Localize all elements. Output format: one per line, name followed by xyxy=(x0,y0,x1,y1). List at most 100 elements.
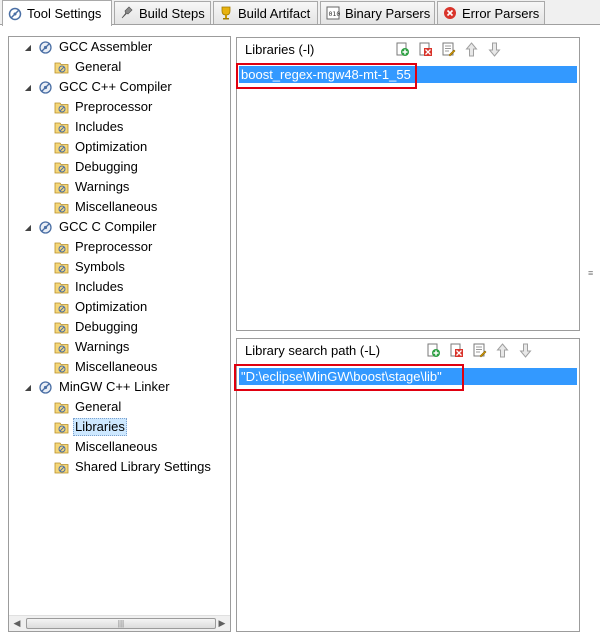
tree-item-label: Miscellaneous xyxy=(75,439,158,454)
tree-item-label: Includes xyxy=(75,279,124,294)
add-icon[interactable] xyxy=(395,42,410,57)
tree-item[interactable]: Miscellaneous xyxy=(54,438,159,456)
tree-item-label: Miscellaneous xyxy=(75,359,158,374)
tree-item[interactable]: Includes xyxy=(54,278,125,296)
tab-tool-settings[interactable]: Tool Settings xyxy=(2,0,112,26)
tab-label: Error Parsers xyxy=(462,5,540,21)
tree-item[interactable]: Optimization xyxy=(54,298,149,316)
tab-bar: Tool Settings Build Steps Build Artifact… xyxy=(0,0,600,26)
tree-item[interactable]: Warnings xyxy=(54,178,131,196)
tree-item[interactable]: Debugging xyxy=(54,158,140,176)
binary-parsers-icon: 010 xyxy=(326,6,340,20)
tree-item-label: Symbols xyxy=(75,259,125,274)
add-icon[interactable] xyxy=(426,343,441,358)
folder-icon xyxy=(54,122,69,133)
collapse-arrow-icon[interactable]: ◢ xyxy=(23,43,33,52)
error-parsers-icon xyxy=(444,7,456,19)
build-artifact-icon xyxy=(221,6,231,20)
folder-icon xyxy=(54,102,69,113)
build-steps-icon xyxy=(121,6,133,19)
tree-item-label: General xyxy=(75,59,122,74)
tree-item[interactable]: Libraries xyxy=(54,418,127,436)
folder-icon xyxy=(54,462,69,473)
tree-item-label: Optimization xyxy=(75,139,148,154)
tree-category[interactable]: ◢ MinGW C++ Linker xyxy=(23,378,172,396)
tree-item[interactable]: Symbols xyxy=(54,258,127,276)
tool-icon xyxy=(39,220,52,234)
folder-icon xyxy=(54,402,69,413)
tree-item[interactable]: Debugging xyxy=(54,318,140,336)
tab-build-artifact[interactable]: Build Artifact xyxy=(213,1,318,24)
tree-item-label: Libraries xyxy=(73,418,127,436)
tree-item-label: GCC C Compiler xyxy=(59,219,157,234)
tree-item[interactable]: Preprocessor xyxy=(54,238,154,256)
delete-icon[interactable] xyxy=(449,343,464,358)
tab-binary-parsers[interactable]: 010 Binary Parsers xyxy=(320,1,435,24)
collapse-arrow-icon[interactable]: ◢ xyxy=(23,223,33,232)
tree-item[interactable]: Optimization xyxy=(54,138,149,156)
tree-item-label: Warnings xyxy=(75,339,130,354)
tree-item-label: Optimization xyxy=(75,299,148,314)
collapse-arrow-icon[interactable]: ◢ xyxy=(23,383,33,392)
tree-item-label: Warnings xyxy=(75,179,130,194)
folder-icon xyxy=(54,62,69,73)
move-down-icon[interactable] xyxy=(518,343,533,358)
tree-item-label: Includes xyxy=(75,119,124,134)
folder-icon xyxy=(54,242,69,253)
tree-item[interactable]: General xyxy=(54,58,123,76)
tab-build-steps[interactable]: Build Steps xyxy=(114,1,211,24)
tab-label: Binary Parsers xyxy=(345,5,431,21)
folder-icon xyxy=(54,322,69,333)
tool-icon xyxy=(39,80,52,94)
highlight-box-search-path xyxy=(234,364,464,391)
move-down-icon[interactable] xyxy=(487,42,502,57)
svg-text:010: 010 xyxy=(329,10,341,18)
scroll-right-arrow-icon[interactable]: ▶ xyxy=(214,616,230,631)
splitter-grip-icon[interactable]: ≡ xyxy=(588,268,593,278)
horizontal-scrollbar[interactable]: ◀ ||| ▶ xyxy=(9,615,230,631)
tree-category[interactable]: ◢ GCC C++ Compiler xyxy=(23,78,174,96)
tree-item-label: Preprocessor xyxy=(75,239,153,254)
tab-label: Build Artifact xyxy=(238,5,311,21)
tool-icon xyxy=(39,40,52,54)
folder-icon xyxy=(54,302,69,313)
move-up-icon[interactable] xyxy=(464,42,479,57)
tree-item[interactable]: General xyxy=(54,398,123,416)
tree-item-label: Preprocessor xyxy=(75,99,153,114)
tool-icon xyxy=(39,380,52,394)
tree-item-label: Shared Library Settings xyxy=(75,459,211,474)
delete-icon[interactable] xyxy=(418,42,433,57)
tool-settings-icon xyxy=(8,7,22,20)
library-search-path-title: Library search path (-L) xyxy=(245,343,381,358)
move-up-icon[interactable] xyxy=(495,343,510,358)
edit-icon[interactable] xyxy=(441,42,456,57)
settings-tree[interactable]: ◢ GCC Assembler General ◢ GCC C++ Compiler Pr… xyxy=(8,36,231,632)
tree-item[interactable]: Miscellaneous xyxy=(54,358,159,376)
tree-item[interactable]: Preprocessor xyxy=(54,98,154,116)
tree-item-label: Debugging xyxy=(75,159,138,174)
tree-item-label: MinGW C++ Linker xyxy=(59,379,170,394)
tree-category[interactable]: ◢ GCC C Compiler xyxy=(23,218,159,236)
tree-item-label: Debugging xyxy=(75,319,138,334)
libraries-toolbar xyxy=(395,42,502,57)
tree-item-label: Miscellaneous xyxy=(75,199,158,214)
libraries-title: Libraries (-l) xyxy=(245,42,315,57)
tree-item[interactable]: Warnings xyxy=(54,338,131,356)
folder-icon xyxy=(54,162,69,173)
tree-item[interactable]: Shared Library Settings xyxy=(54,458,213,476)
tree-item[interactable]: Includes xyxy=(54,118,125,136)
folder-icon xyxy=(54,202,69,213)
tree-item[interactable]: Miscellaneous xyxy=(54,198,159,216)
tab-error-parsers[interactable]: Error Parsers xyxy=(437,1,545,24)
tree-category[interactable]: ◢ GCC Assembler xyxy=(23,38,154,56)
tab-label: Build Steps xyxy=(139,5,205,21)
folder-icon xyxy=(54,362,69,373)
highlight-box-libraries xyxy=(236,63,417,89)
folder-icon xyxy=(54,422,69,433)
tree-item-label: GCC Assembler xyxy=(59,39,153,54)
scrollbar-thumb[interactable]: ||| xyxy=(26,618,216,629)
scroll-left-arrow-icon[interactable]: ◀ xyxy=(9,616,25,631)
collapse-arrow-icon[interactable]: ◢ xyxy=(23,83,33,92)
folder-icon xyxy=(54,262,69,273)
edit-icon[interactable] xyxy=(472,343,487,358)
